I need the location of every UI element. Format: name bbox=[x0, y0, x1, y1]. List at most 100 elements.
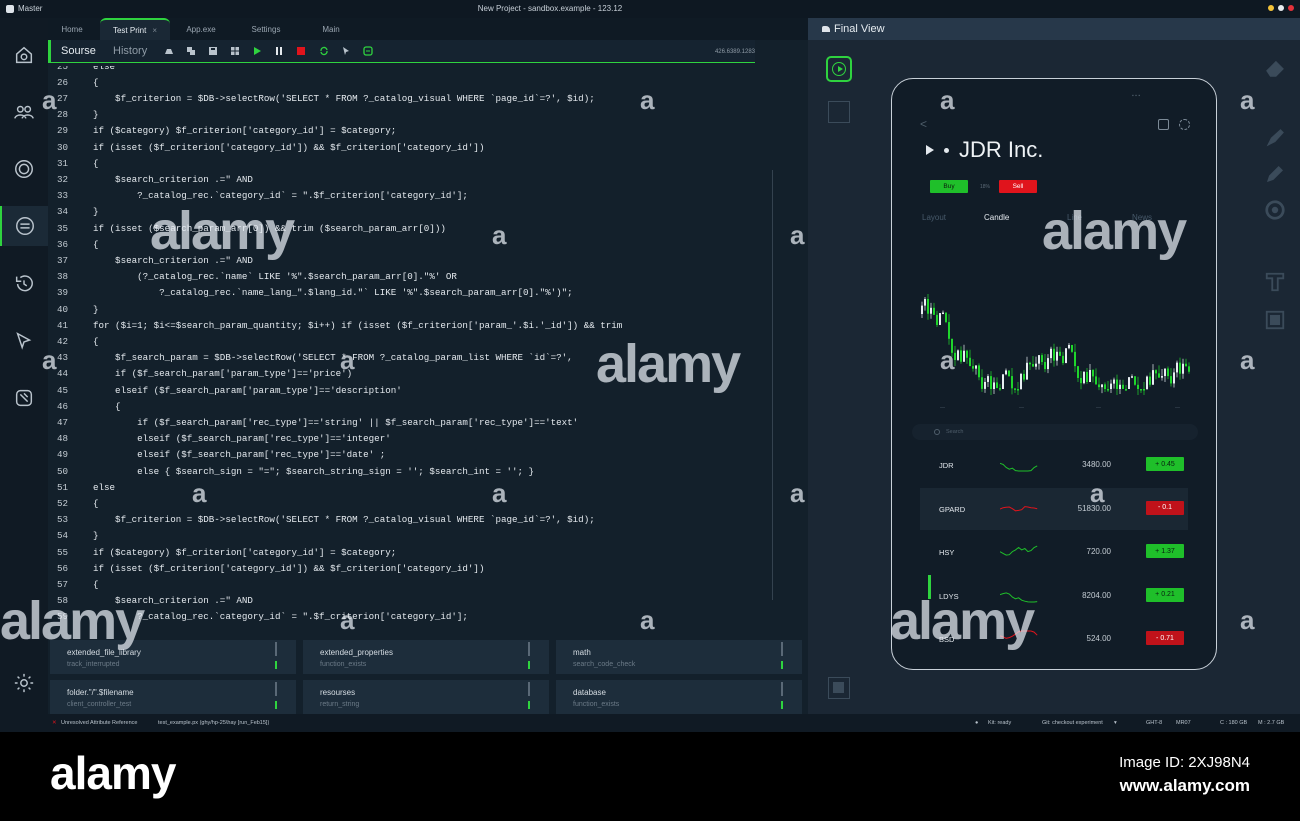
tab-test-print[interactable]: Test Print × bbox=[100, 18, 170, 40]
grid-icon[interactable] bbox=[230, 46, 240, 56]
stock-row[interactable]: BSD 524.00 - 0.71 bbox=[920, 618, 1188, 660]
tab-app-exe[interactable]: App.exe bbox=[176, 18, 226, 40]
sidebar-item-settings[interactable] bbox=[12, 671, 36, 695]
code-line[interactable]: 52 { bbox=[48, 495, 99, 511]
sidebar-item-home[interactable] bbox=[12, 43, 36, 67]
code-line[interactable]: 57 { bbox=[48, 576, 99, 592]
back-arrow-icon[interactable]: < bbox=[920, 117, 927, 131]
save-icon[interactable] bbox=[208, 46, 218, 56]
error-message[interactable]: Unresolved Attribute Reference bbox=[61, 720, 137, 726]
close-tab-icon[interactable]: × bbox=[152, 26, 157, 35]
tab-home[interactable]: Home bbox=[48, 18, 96, 40]
buy-button[interactable]: Buy bbox=[930, 180, 968, 193]
code-line[interactable]: 35 if (isset ($search_param_arr[0]) && tr… bbox=[48, 220, 446, 236]
copy-icon[interactable] bbox=[1158, 119, 1169, 130]
refresh-icon[interactable] bbox=[319, 46, 329, 56]
code-line[interactable]: 59 ?_catalog_rec.`category_id` = ".$f_cr… bbox=[48, 609, 468, 625]
tab-layout[interactable]: Layout bbox=[922, 213, 946, 222]
rocket-icon[interactable] bbox=[1263, 126, 1287, 150]
code-line[interactable]: 48 elseif ($f_search_param['rec_type']==… bbox=[48, 431, 391, 447]
code-line[interactable]: 56 if (isset ($f_criterion['category_id']… bbox=[48, 560, 484, 576]
source-tab[interactable]: Sourse bbox=[61, 45, 96, 57]
code-line[interactable]: 40} bbox=[48, 301, 99, 317]
code-line[interactable]: 30 if (isset ($f_criterion['category_id']… bbox=[48, 139, 484, 155]
run-icon[interactable] bbox=[252, 46, 262, 56]
tab-news[interactable]: News bbox=[1132, 213, 1152, 222]
code-line[interactable]: 47 if ($f_search_param['rec_type']=='str… bbox=[48, 414, 578, 430]
code-line[interactable]: 53 $f_criterion = $DB->selectRow('SELECT… bbox=[48, 512, 595, 528]
build-icon[interactable] bbox=[164, 46, 174, 56]
code-line[interactable]: 54} bbox=[48, 528, 99, 544]
code-line[interactable]: 51 else bbox=[48, 479, 115, 495]
code-line[interactable]: 41 for ($i=1; $i<=$search_param_quantity;… bbox=[48, 317, 622, 333]
function-card[interactable]: extended_properties function_exists bbox=[303, 640, 549, 674]
code-line[interactable]: 58 $search_criterion .=" AND bbox=[48, 593, 253, 609]
pen-icon[interactable] bbox=[1263, 162, 1287, 186]
editor-scrollbar[interactable] bbox=[772, 170, 773, 600]
stock-row[interactable]: GPARD 51830.00 - 0.1 bbox=[920, 487, 1188, 530]
text-tool-icon[interactable] bbox=[1263, 270, 1287, 294]
pause-icon[interactable] bbox=[274, 46, 284, 56]
code-line[interactable]: 26 { bbox=[48, 74, 99, 90]
stop-icon[interactable] bbox=[828, 677, 850, 699]
sidebar-item-target[interactable] bbox=[12, 157, 36, 181]
function-card[interactable]: database function_exists bbox=[556, 680, 802, 714]
tab-line[interactable]: Line bbox=[1067, 213, 1082, 222]
code-line[interactable]: 43 $f_search_param = $DB->selectRow('SEL… bbox=[48, 350, 573, 366]
function-card[interactable]: folder."/".$filename client_controller_te… bbox=[50, 680, 296, 714]
code-line[interactable]: 28} bbox=[48, 107, 99, 123]
run-preview-button[interactable] bbox=[826, 56, 852, 82]
code-line[interactable]: 42 { bbox=[48, 333, 99, 349]
code-area[interactable]: 25 else 26 {27 $f_criterion = $DB->selectRo… bbox=[48, 66, 772, 641]
layers-icon[interactable] bbox=[186, 46, 196, 56]
minimize-button[interactable] bbox=[1268, 5, 1274, 11]
code-line[interactable]: 25 else bbox=[48, 66, 115, 74]
sidebar-item-history[interactable] bbox=[12, 272, 36, 296]
code-line[interactable]: 39 ?_catalog_rec.`name_lang_".$lang_id."… bbox=[48, 285, 573, 301]
code-line[interactable]: 37 $search_criterion .=" AND bbox=[48, 252, 253, 268]
close-button[interactable] bbox=[1288, 5, 1294, 11]
eraser-icon[interactable] bbox=[1263, 56, 1287, 80]
candlestick-chart[interactable] bbox=[918, 254, 1194, 404]
tab-main[interactable]: Main bbox=[308, 18, 354, 40]
code-line[interactable]: 34} bbox=[48, 204, 99, 220]
frame-icon[interactable] bbox=[1263, 308, 1287, 332]
function-card[interactable]: extended_file_library track_interrupted bbox=[50, 640, 296, 674]
gear-icon[interactable] bbox=[1179, 119, 1190, 130]
code-line[interactable]: 32 $search_criterion .=" AND bbox=[48, 171, 253, 187]
sidebar-item-tools[interactable] bbox=[12, 386, 36, 410]
code-line[interactable]: 33 ?_catalog_rec.`category_id` = ".$f_cr… bbox=[48, 188, 468, 204]
code-line[interactable]: 27 $f_criterion = $DB->selectRow('SELECT… bbox=[48, 90, 595, 106]
sidebar-item-pointer[interactable] bbox=[12, 329, 36, 353]
code-line[interactable]: 44 if ($f_search_param['param_type']=='p… bbox=[48, 366, 352, 382]
git-status[interactable]: Git: checkout experiment bbox=[1042, 720, 1103, 726]
history-tab[interactable]: History bbox=[113, 45, 147, 57]
play-icon[interactable] bbox=[926, 145, 934, 155]
stock-row[interactable]: LDYS 8204.00 + 0.21 bbox=[920, 574, 1188, 617]
grid-icon[interactable] bbox=[828, 101, 850, 123]
stop-icon[interactable] bbox=[296, 46, 306, 56]
code-line[interactable]: 38 (?_catalog_rec.`name` LIKE '%".$searc… bbox=[48, 269, 457, 285]
tab-settings[interactable]: Settings bbox=[242, 18, 290, 40]
sidebar-item-users[interactable] bbox=[12, 100, 36, 124]
stock-search-input[interactable]: Search bbox=[912, 424, 1198, 440]
export-icon[interactable] bbox=[363, 46, 373, 56]
code-line[interactable]: 29 if ($category) $f_criterion['category_… bbox=[48, 123, 396, 139]
code-line[interactable]: 55 if ($category) $f_criterion['category_… bbox=[48, 544, 396, 560]
code-line[interactable]: 49 elseif ($f_search_param['rec_type']==… bbox=[48, 447, 385, 463]
maximize-button[interactable] bbox=[1278, 5, 1284, 11]
function-card[interactable]: resourses return_string bbox=[303, 680, 549, 714]
stock-row[interactable]: JDR 3480.00 + 0.45 bbox=[920, 444, 1188, 486]
code-line[interactable]: 45 elseif ($f_search_param['param_type']… bbox=[48, 382, 402, 398]
stock-row[interactable]: HSY 720.00 + 1.37 bbox=[920, 531, 1188, 573]
code-line[interactable]: 36 { bbox=[48, 236, 99, 252]
tab-candle[interactable]: Candle bbox=[984, 213, 1009, 222]
target-icon[interactable] bbox=[1263, 198, 1287, 222]
sidebar-item-database[interactable] bbox=[0, 206, 48, 246]
sell-button[interactable]: Sell bbox=[999, 180, 1037, 193]
function-card[interactable]: math search_code_check bbox=[556, 640, 802, 674]
code-line[interactable]: 31 { bbox=[48, 155, 99, 171]
code-line[interactable]: 46 { bbox=[48, 398, 121, 414]
git-dropdown-icon[interactable]: ▾ bbox=[1114, 720, 1117, 726]
code-line[interactable]: 50 else { $search_sign = "="; $search_st… bbox=[48, 463, 534, 479]
